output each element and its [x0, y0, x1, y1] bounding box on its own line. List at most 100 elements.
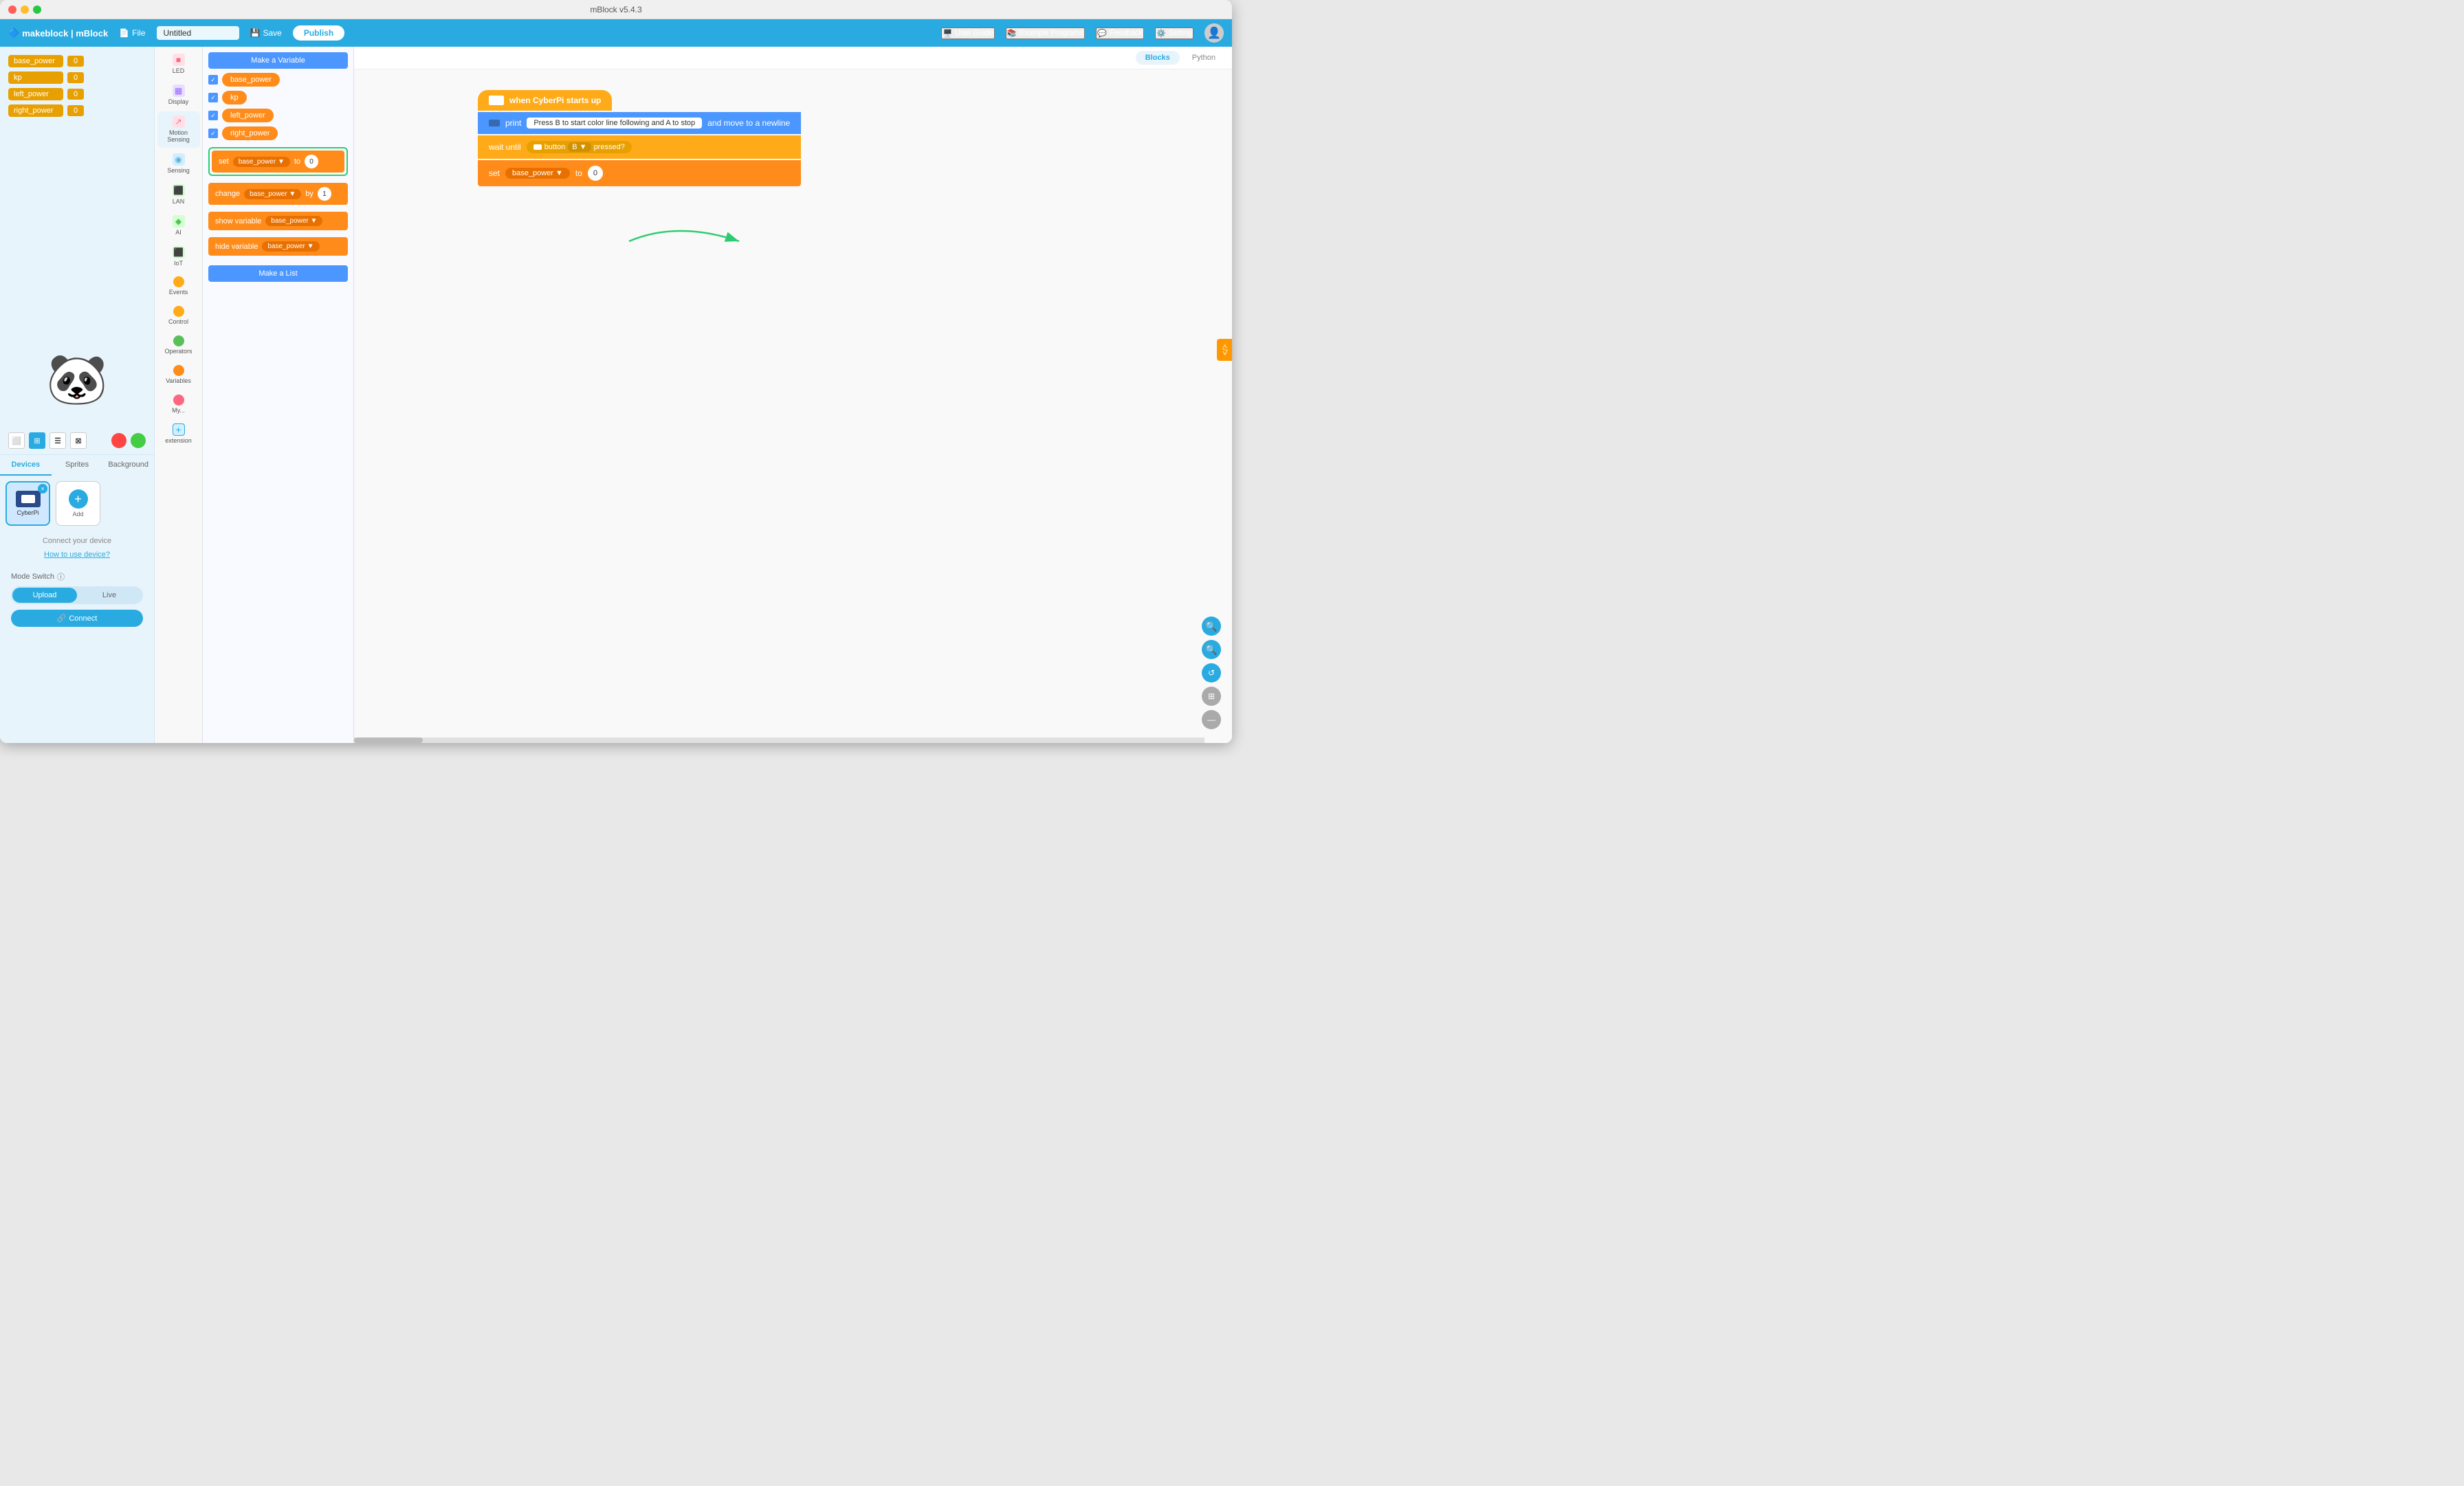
example-programs-button[interactable]: 📚 Example Programs: [1006, 27, 1085, 39]
wait-until-block[interactable]: wait until button B ▼ pressed?: [478, 135, 801, 159]
show-var-dropdown[interactable]: base_power ▼: [265, 216, 322, 226]
view-code-btn[interactable]: ⬜: [8, 432, 25, 449]
var-right-power-value: 0: [67, 105, 84, 116]
project-title-input[interactable]: [157, 26, 239, 40]
brand-logo: 🔷 makeblock | mBlock: [8, 27, 108, 38]
check-right-power[interactable]: ✓: [208, 129, 218, 138]
connect-device-btn[interactable]: 🔗 Connect: [11, 610, 143, 627]
cat-events[interactable]: Events: [157, 272, 200, 300]
cat-sensing[interactable]: ◉ Sensing: [157, 149, 200, 179]
tab-blocks[interactable]: Blocks: [1136, 51, 1180, 65]
var-kp-label: kp: [8, 71, 63, 84]
canvas-set-block[interactable]: set base_power ▼ to 0: [478, 160, 801, 186]
cat-control[interactable]: Control: [157, 302, 200, 330]
maximize-button[interactable]: [33, 5, 41, 14]
tab-sprites[interactable]: Sprites: [52, 455, 103, 476]
zoom-out-btn[interactable]: 🔍: [1202, 640, 1221, 659]
make-list-button[interactable]: Make a List: [208, 265, 348, 282]
how-to-use-link[interactable]: How to use device?: [44, 551, 110, 559]
check-kp[interactable]: ✓: [208, 93, 218, 102]
check-base-power[interactable]: ✓: [208, 75, 218, 85]
canvas-set-var-dropdown[interactable]: base_power ▼: [505, 168, 570, 179]
fit-view-btn[interactable]: ⊞: [1202, 687, 1221, 706]
save-button[interactable]: 💾 Save: [245, 25, 287, 41]
user-guide-icon: 🖥️: [943, 29, 952, 38]
set-value-input[interactable]: 0: [305, 155, 318, 168]
cat-display[interactable]: ▦ Display: [157, 80, 200, 110]
change-var-dropdown[interactable]: base_power ▼: [244, 189, 301, 199]
check-left-power[interactable]: ✓: [208, 111, 218, 120]
cat-iot[interactable]: ⬛ IoT: [157, 242, 200, 271]
device-remove-btn[interactable]: ×: [38, 484, 47, 494]
file-menu[interactable]: 📄 File: [113, 25, 151, 41]
var-check-kp: ✓ kp: [208, 91, 348, 104]
cat-variables[interactable]: Variables: [157, 361, 200, 389]
mode-switch-text: Mode Switch: [11, 573, 54, 581]
cat-ai[interactable]: ◆ AI: [157, 211, 200, 241]
tab-python-label: Python: [1192, 54, 1216, 62]
var-left-power-pill[interactable]: left_power: [222, 109, 274, 122]
tab-devices[interactable]: Devices: [0, 455, 52, 476]
live-mode-btn[interactable]: Live: [77, 588, 142, 603]
var-right-power-pill[interactable]: right_power: [222, 126, 278, 140]
hide-variable-block[interactable]: hide variable base_power ▼: [208, 237, 348, 256]
change-label: change: [215, 190, 240, 198]
code-xml-toggle[interactable]: </>: [1217, 339, 1232, 361]
reset-view-btn[interactable]: ↺: [1202, 663, 1221, 683]
scrollbar-thumb[interactable]: [354, 738, 423, 743]
print-block[interactable]: print Press B to start color line follow…: [478, 112, 801, 134]
print-text-input[interactable]: Press B to start color line following an…: [527, 118, 702, 129]
cat-lan[interactable]: ⬛ LAN: [157, 180, 200, 210]
setting-button[interactable]: ⚙️ Setting: [1155, 27, 1194, 39]
horizontal-scrollbar[interactable]: [354, 738, 1204, 743]
cat-operators[interactable]: Operators: [157, 331, 200, 359]
button-condition[interactable]: button B ▼ pressed?: [527, 141, 632, 153]
hide-var-dropdown[interactable]: base_power ▼: [262, 241, 319, 252]
upload-mode-btn[interactable]: Upload: [12, 588, 77, 603]
tab-blocks-label: Blocks: [1145, 54, 1170, 62]
button-label: button: [544, 143, 566, 151]
operators-icon: [173, 335, 184, 346]
avatar[interactable]: 👤: [1204, 23, 1224, 43]
close-button[interactable]: [8, 5, 16, 14]
show-variable-block[interactable]: show variable base_power ▼: [208, 212, 348, 230]
feedback-button[interactable]: 💬 Feedback: [1096, 27, 1144, 39]
condition-icon: [534, 144, 542, 150]
tab-background[interactable]: Background: [102, 455, 154, 476]
zoom-in-btn[interactable]: 🔍: [1202, 617, 1221, 636]
green-arrow-indicator: [622, 214, 760, 272]
change-value-input[interactable]: 1: [318, 187, 331, 201]
print-icon: [489, 120, 500, 126]
view-list-btn[interactable]: ☰: [50, 432, 66, 449]
cat-extension[interactable]: + extension: [157, 419, 200, 449]
canvas-set-value[interactable]: 0: [588, 166, 603, 181]
view-blocks-btn[interactable]: ⊞: [29, 432, 45, 449]
make-variable-button[interactable]: Make a Variable: [208, 52, 348, 69]
center-view-btn[interactable]: —: [1202, 710, 1221, 729]
minimize-button[interactable]: [21, 5, 29, 14]
add-device-card[interactable]: + Add: [56, 481, 100, 526]
go-button[interactable]: [131, 433, 146, 448]
cyberpi-device-card[interactable]: × CyberPi: [6, 481, 50, 526]
stop-button[interactable]: [111, 433, 126, 448]
lan-icon: ⬛: [173, 184, 185, 197]
var-kp-pill[interactable]: kp: [222, 91, 247, 104]
button-value-dropdown[interactable]: B ▼: [568, 142, 591, 152]
event-hat-block[interactable]: when CyberPi starts up: [478, 90, 612, 111]
view-grid-btn[interactable]: ⊠: [70, 432, 87, 449]
print-label: print: [505, 118, 521, 128]
cat-motion-sensing[interactable]: ↗ Motion Sensing: [157, 111, 200, 148]
set-block-highlighted[interactable]: set base_power ▼ to 0: [212, 151, 344, 173]
var-base-power-pill[interactable]: base_power: [222, 73, 280, 87]
tab-python[interactable]: Python: [1182, 51, 1225, 65]
set-var-dropdown[interactable]: base_power ▼: [233, 157, 290, 167]
cat-my-blocks[interactable]: My...: [157, 390, 200, 419]
cyberpi-label: CyberPi: [16, 509, 38, 516]
cat-lan-label: LAN: [173, 198, 185, 206]
code-area: Blocks Python when CyberPi starts u: [354, 47, 1232, 743]
change-block[interactable]: change base_power ▼ by 1: [208, 183, 348, 205]
publish-button[interactable]: Publish: [293, 25, 344, 41]
connect-desc: Connect your device: [11, 537, 143, 545]
cat-led[interactable]: ■ LED: [157, 49, 200, 79]
user-guide-button[interactable]: 🖥️ User Guide: [941, 27, 994, 39]
